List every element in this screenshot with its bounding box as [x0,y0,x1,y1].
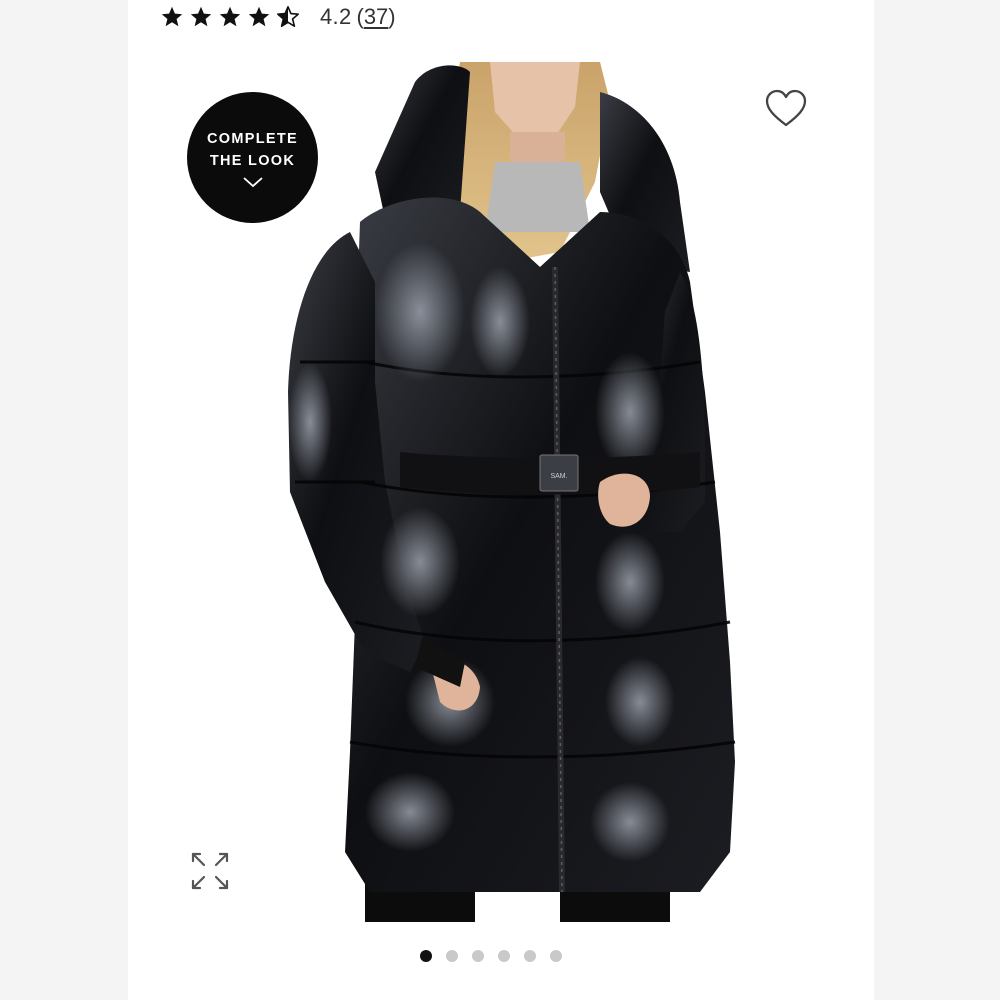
star-full-icon [219,6,241,27]
page-frame: 4.2 (37) SAM. COMPLETE THE LOOK [0,0,1000,1000]
belt-buckle-text: SAM. [550,473,567,480]
expand-arrows-icon [191,852,229,890]
complete-the-look-line1: COMPLETE [207,130,298,147]
carousel-dot[interactable] [550,950,562,962]
star-rating [160,5,300,29]
complete-the-look-button[interactable]: COMPLETE THE LOOK [187,92,318,223]
carousel-dot[interactable] [524,950,536,962]
review-count[interactable]: (37) [356,4,395,30]
star-full-icon [190,6,212,27]
complete-the-look-line2: THE LOOK [209,152,296,169]
rating-row[interactable]: 4.2 (37) [160,2,396,32]
review-count-close: ) [388,4,396,29]
carousel-dot[interactable] [446,950,458,962]
expand-image-button[interactable] [189,850,231,892]
rating-value: 4.2 [320,4,352,29]
review-count-link[interactable]: 37 [364,4,388,29]
favorite-button[interactable] [764,88,808,130]
carousel-dot[interactable] [498,950,510,962]
review-count-open: ( [356,4,364,29]
chevron-down-icon [242,176,263,187]
star-half-icon [277,6,299,27]
heart-outline-icon [765,89,807,127]
star-full-icon [248,6,270,27]
carousel-dot[interactable] [420,950,432,962]
carousel-dot[interactable] [472,950,484,962]
star-full-icon [161,6,183,27]
carousel-dots [420,950,562,962]
